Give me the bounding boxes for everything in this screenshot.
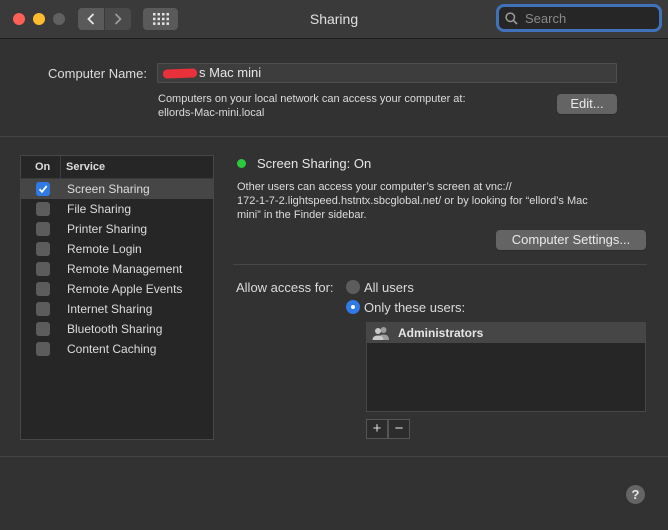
computer-name-description-line: Computers on your local network can acce… [158, 93, 466, 105]
service-label: Remote Apple Events [67, 282, 183, 296]
computer-name-field[interactable]: s Mac mini [157, 63, 617, 83]
divider [233, 264, 647, 265]
search-input[interactable] [523, 9, 647, 27]
service-row[interactable]: Content Caching [21, 339, 213, 359]
status-description: Other users can access your computer’s s… [237, 180, 637, 222]
status-description-line: 172-1-7-2.lightspeed.hstntx.sbcglobal.ne… [237, 195, 588, 207]
edit-button[interactable]: Edit... [557, 94, 617, 114]
service-row[interactable]: Internet Sharing [21, 299, 213, 319]
search-field[interactable] [499, 7, 659, 29]
only-these-users-label[interactable]: Only these users: [364, 300, 465, 315]
service-label: Printer Sharing [67, 222, 148, 236]
service-checkbox[interactable] [36, 202, 50, 216]
add-user-button[interactable]: + [366, 419, 388, 439]
service-row[interactable]: Screen Sharing [21, 179, 213, 199]
status-title: Screen Sharing: On [257, 156, 372, 171]
status-description-line: Other users can access your computer’s s… [237, 181, 512, 193]
service-label: Internet Sharing [67, 302, 153, 316]
local-hostname: ellords-Mac-mini.local [158, 107, 265, 119]
computer-name-description: Computers on your local network can acce… [158, 92, 466, 120]
service-label: Content Caching [67, 342, 157, 356]
service-checkbox[interactable] [36, 342, 50, 356]
allow-access-label: Allow access for: [236, 280, 334, 295]
divider [0, 456, 668, 457]
divider [0, 136, 668, 137]
service-row[interactable]: Bluetooth Sharing [21, 319, 213, 339]
column-header-service[interactable]: Service [61, 156, 105, 178]
checkmark-icon [38, 185, 48, 194]
service-row[interactable]: File Sharing [21, 199, 213, 219]
service-label: File Sharing [67, 202, 132, 216]
service-label: Screen Sharing [67, 182, 150, 196]
users-list: Administrators [366, 322, 646, 412]
service-label: Remote Management [67, 262, 183, 276]
service-row[interactable]: Printer Sharing [21, 219, 213, 239]
help-button[interactable]: ? [626, 485, 645, 504]
service-checkbox[interactable] [36, 302, 50, 316]
service-label: Remote Login [67, 242, 142, 256]
service-checkbox[interactable] [36, 322, 50, 336]
computer-name-value: s Mac mini [199, 65, 262, 80]
service-checkbox[interactable] [36, 282, 50, 296]
remove-user-button[interactable]: − [388, 419, 410, 439]
search-icon [505, 11, 518, 25]
service-row[interactable]: Remote Apple Events [21, 279, 213, 299]
status-indicator [237, 159, 246, 168]
user-list-item[interactable]: Administrators [367, 323, 645, 343]
title-bar: Sharing [0, 0, 668, 39]
redaction-mark [162, 67, 198, 79]
service-label: Bluetooth Sharing [67, 322, 163, 336]
user-name: Administrators [398, 326, 484, 340]
service-row[interactable]: Remote Login [21, 239, 213, 259]
computer-settings-button[interactable]: Computer Settings... [496, 230, 646, 250]
group-icon [372, 327, 389, 340]
status-description-line: mini” in the Finder sidebar. [237, 209, 367, 221]
all-users-radio[interactable] [346, 280, 360, 294]
computer-name-label: Computer Name: [48, 66, 147, 81]
service-checkbox[interactable] [36, 262, 50, 276]
services-rows: Screen Sharing File Sharing Printer Sharin… [21, 179, 213, 359]
service-row[interactable]: Remote Management [21, 259, 213, 279]
only-these-users-radio[interactable] [346, 300, 360, 314]
service-checkbox[interactable] [36, 242, 50, 256]
service-checkbox[interactable] [36, 182, 50, 196]
service-checkbox[interactable] [36, 222, 50, 236]
column-header-on[interactable]: On [21, 156, 61, 178]
services-list: On Service Screen Sharing File Sharing Pri… [20, 155, 214, 440]
all-users-label[interactable]: All users [364, 280, 414, 295]
services-header: On Service [21, 156, 213, 179]
